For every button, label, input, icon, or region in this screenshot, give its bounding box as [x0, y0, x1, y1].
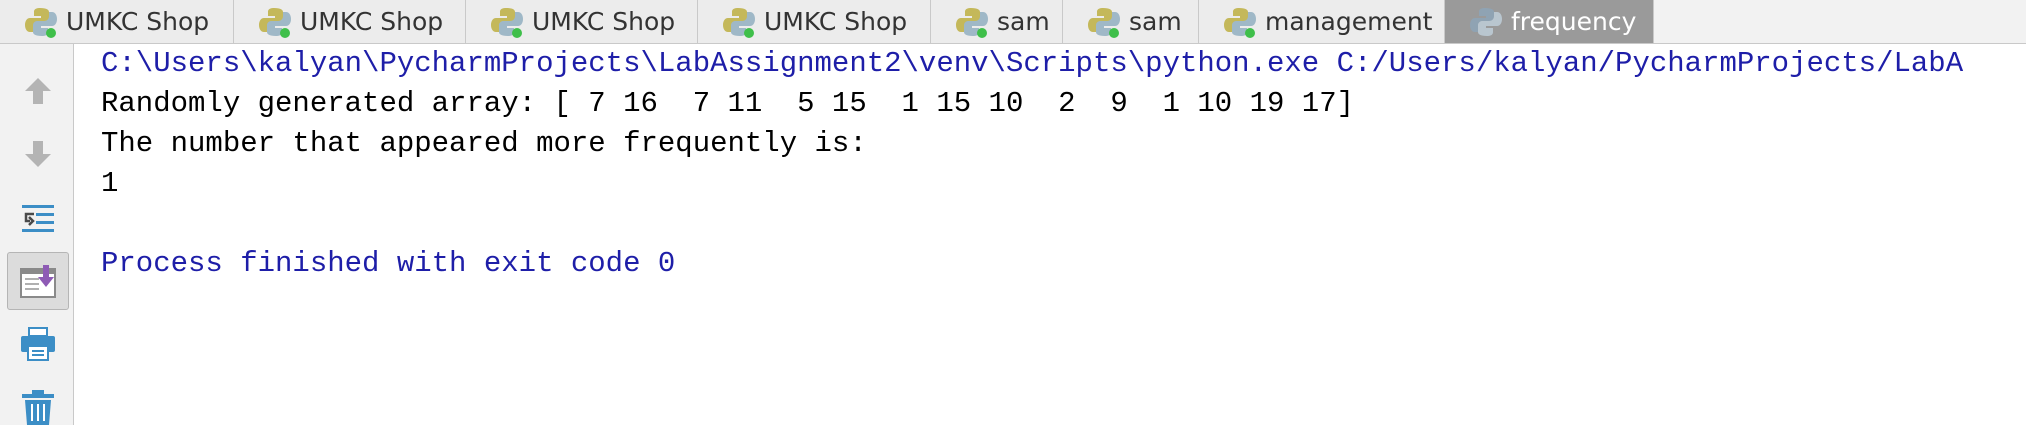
down-arrow-button[interactable] [7, 125, 69, 183]
python-file-icon [1088, 8, 1120, 38]
python-file-icon [723, 8, 755, 38]
console-command-line: C:\Users\kalyan\PycharmProjects\LabAssig… [101, 47, 1964, 80]
tab-umkc-shop-4[interactable]: UMKC Shop [698, 0, 931, 43]
console-toolbar [0, 44, 74, 425]
tab-frequency[interactable]: frequency [1445, 0, 1654, 43]
tab-label: management [1265, 7, 1433, 36]
tab-umkc-shop-1[interactable]: UMKC Shop [0, 0, 234, 43]
tab-label: UMKC Shop [532, 7, 676, 36]
soft-wrap-icon [22, 205, 54, 232]
tab-label: frequency [1511, 7, 1637, 36]
tab-management[interactable]: management [1199, 0, 1445, 43]
tab-sam-1[interactable]: sam [931, 0, 1063, 43]
tab-label: UMKC Shop [300, 7, 444, 36]
tab-label: sam [997, 7, 1050, 36]
run-console[interactable]: C:\Users\kalyan\PycharmProjects\LabAssig… [74, 44, 2026, 425]
python-file-icon [259, 8, 291, 38]
editor-tab-bar: UMKC Shop UMKC Shop UMKC Shop UMKC Shop [0, 0, 2026, 44]
up-arrow-button[interactable] [7, 62, 69, 120]
python-file-icon [491, 8, 523, 38]
tab-label: sam [1129, 7, 1182, 36]
tab-sam-2[interactable]: sam [1063, 0, 1199, 43]
print-button[interactable] [7, 315, 69, 373]
python-file-icon [956, 8, 988, 38]
console-array-line: Randomly generated array: [ 7 16 7 11 5 … [101, 87, 1355, 120]
up-arrow-icon [25, 78, 51, 104]
python-file-icon [25, 8, 57, 38]
tab-label: UMKC Shop [764, 7, 908, 36]
tab-umkc-shop-2[interactable]: UMKC Shop [234, 0, 466, 43]
tab-label: UMKC Shop [66, 7, 210, 36]
python-file-icon [1470, 8, 1502, 36]
down-arrow-icon [25, 141, 51, 167]
console-frequency-line: The number that appeared more frequently… [101, 127, 867, 160]
trash-icon [22, 390, 54, 425]
soft-wrap-button[interactable] [7, 190, 69, 248]
clear-all-button[interactable] [7, 378, 69, 425]
python-file-icon [1224, 8, 1256, 38]
tab-umkc-shop-3[interactable]: UMKC Shop [466, 0, 698, 43]
print-icon [21, 327, 55, 361]
scroll-to-end-icon [20, 265, 56, 298]
console-result-line: 1 [101, 167, 119, 200]
console-exit-message: Process finished with exit code 0 [101, 247, 676, 280]
scroll-to-end-button[interactable] [7, 252, 69, 310]
